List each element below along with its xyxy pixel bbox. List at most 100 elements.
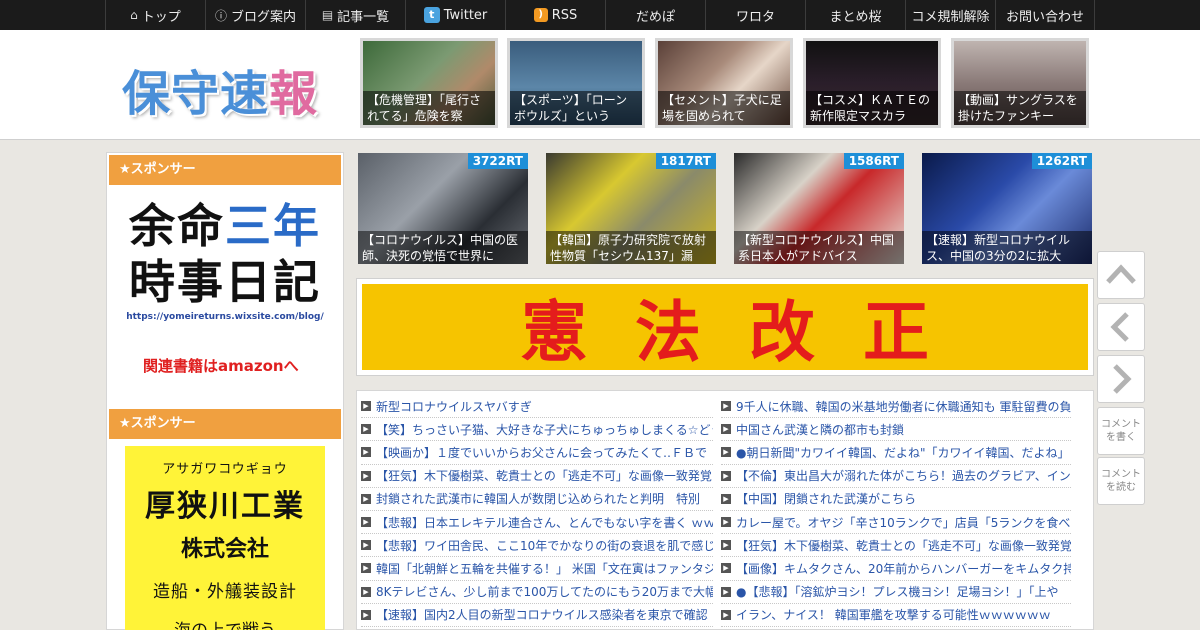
chevron-right-icon xyxy=(1113,364,1132,394)
site-logo[interactable]: 保守速報 xyxy=(122,54,318,124)
list-item[interactable]: ▶ イラン、ナイス！ 韓国軍艦を攻撃する可能性ｗｗｗｗｗｗ xyxy=(721,604,1071,627)
retweet-count-badge: 1817RT xyxy=(655,153,716,169)
retweet-count-badge: 1586RT xyxy=(843,153,904,169)
sponsor-ad-yomei[interactable]: 余命三年 時事日記 https://yomeireturns.wixsite.c… xyxy=(125,198,325,378)
popular-article-thumb[interactable]: 1817RT 【韓国】原子力研究院で放射性物質「セシウム137」漏 xyxy=(546,153,716,264)
arrow-right-icon: ▶ xyxy=(361,586,371,597)
header-article-thumb[interactable]: 【セメント】子犬に足場を固められて xyxy=(655,38,793,128)
article-list-left: ▶ 新型コロナウイルスヤバすぎ ▶ 【笑】ちっさい子猫、大好きな子犬にちゅっちゅしまく… xyxy=(361,395,713,627)
article-title-link[interactable]: 新型コロナウイルスヤバすぎ xyxy=(376,398,532,415)
header-article-thumb[interactable]: 【動画】サングラスを掛けたファンキー xyxy=(951,38,1089,128)
list-item[interactable]: ▶ 8Kテレビさん、少し前まで100万してたのにもう20万まで大幅値下 xyxy=(361,581,713,604)
twitter-icon: t xyxy=(423,7,440,23)
next-article-button[interactable] xyxy=(1097,355,1145,403)
article-title-link[interactable]: 9千人に休職、韓国の米基地労働者に休職通知も 軍駐留費の負担 xyxy=(736,398,1071,415)
list-item[interactable]: ▶ 【笑】ちっさい子猫、大好きな子犬にちゅっちゅしまくる☆どうぞ xyxy=(361,418,713,442)
nav-item-9[interactable]: お問い合わせ xyxy=(995,0,1095,30)
article-title-link[interactable]: 【映画か】１度でいいからお父さんに会ってみたくて‥ＦＢで xyxy=(376,444,707,461)
article-title-link[interactable]: 【悲報】日本エレキテル連合さん、とんでもない字を書く ｗｗｗ xyxy=(376,514,713,531)
nav-item-6[interactable]: ワロタ xyxy=(705,0,805,30)
read-comment-button[interactable]: コメントを読む xyxy=(1097,457,1145,505)
nav-item-4[interactable]: ) RSS xyxy=(505,0,605,30)
popular-article-thumb[interactable]: 1262RT 【速報】新型コロナウイルス、中国の3分の2に拡大 xyxy=(922,153,1092,264)
thumb-caption: 【セメント】子犬に足場を固められて xyxy=(658,91,790,125)
nav-item-3[interactable]: t Twitter xyxy=(405,0,505,30)
header-article-thumb[interactable]: 【コスメ】ＫＡＴＥの新作限定マスカラ xyxy=(803,38,941,128)
article-title-link[interactable]: 【中国】閉鎖された武漢がこちら xyxy=(736,490,916,507)
nav-item-2[interactable]: ▤ 記事一覧 xyxy=(305,0,405,30)
header-article-thumb[interactable]: 【危機管理】「尾行されてる」危険を察 xyxy=(360,38,498,128)
list-item[interactable]: ▶ カレー屋で。オヤジ「辛さ10ランクで」店員「5ランクを食べた方 xyxy=(721,511,1071,535)
article-title-link[interactable]: ●朝日新聞"カワイイ韓国、だよね"「カワイイ韓国、だよね」 xyxy=(736,444,1070,461)
nav-item-0[interactable]: ⌂ トップ xyxy=(105,0,205,30)
banner-ad[interactable]: 憲法改正 xyxy=(356,278,1094,376)
thumb-caption: 【速報】新型コロナウイルス、中国の3分の2に拡大 xyxy=(922,231,1092,264)
amazon-link[interactable]: 関連書籍はamazonへ xyxy=(143,355,299,376)
nav-item-7[interactable]: まとめ桜 xyxy=(805,0,905,30)
top-nav-bar: ⌂ トップ ⓘ ブログ案内 ▤ 記事一覧 t Twitter) RSS だめぽ ワロタ まとめ桜 コメ規… xyxy=(0,0,1200,30)
write-comment-button[interactable]: コメントを書く xyxy=(1097,407,1145,455)
list-item[interactable]: ▶ 【悲報】ワイ田舎民、ここ10年でかなりの街の衰退を肌で感じる xyxy=(361,534,713,558)
arrow-right-icon: ▶ xyxy=(721,540,731,551)
list-item[interactable]: ▶ 【中国】閉鎖された武漢がこちら xyxy=(721,488,1071,511)
prev-article-button[interactable] xyxy=(1097,303,1145,351)
list-item[interactable]: ▶ 【狂気】木下優樹菜、乾貴士との「逃走不可」な画像一致発覚 xyxy=(721,534,1071,558)
article-title-link[interactable]: 封鎖された武漢市に韓国人が数閉じ込められたと判明 特別 xyxy=(376,490,700,507)
list-item[interactable]: ▶ 【画像】キムタクさん、20年前からハンバーガーをキムタク持ち xyxy=(721,557,1071,581)
info-icon: ⓘ xyxy=(214,8,227,23)
list-item[interactable]: ▶ ●【悲報】「溶鉱炉ヨシ！プレス機ヨシ！足場ヨシ！」「上や xyxy=(721,581,1071,604)
article-title-link[interactable]: 【不倫】東出昌大が溺れた体がこちら！過去のグラビア、インスタ xyxy=(736,467,1071,484)
nav-item-8[interactable]: コメ規制解除 xyxy=(905,0,995,30)
article-title-link[interactable]: カレー屋で。オヤジ「辛さ10ランクで」店員「5ランクを食べた方 xyxy=(736,514,1071,531)
scroll-top-button[interactable] xyxy=(1097,251,1145,299)
article-title-link[interactable]: 中国さん武漢と隣の都市も封鎖 xyxy=(736,421,904,438)
list-item[interactable]: ▶ 中国さん武漢と隣の都市も封鎖 xyxy=(721,418,1071,442)
nav-label: ブログ案内 xyxy=(231,9,297,25)
article-title-link[interactable]: 【画像】キムタクさん、20年前からハンバーガーをキムタク持ち xyxy=(736,560,1071,577)
sidebar: ★スポンサー 余命三年 時事日記 https://yomeireturns.wi… xyxy=(106,152,344,630)
list-item[interactable]: ▶ 封鎖された武漢市に韓国人が数閉じ込められたと判明 特別 xyxy=(361,488,713,511)
nav-label: トップ xyxy=(141,9,181,25)
article-title-link[interactable]: 【狂気】木下優樹菜、乾貴士との「逃走不可」な画像一致発覚 xyxy=(376,467,712,484)
arrow-right-icon: ▶ xyxy=(361,609,371,620)
list-item[interactable]: ▶ 新型コロナウイルスヤバすぎ xyxy=(361,395,713,419)
list-item[interactable]: ▶ ●朝日新聞"カワイイ韓国、だよね"「カワイイ韓国、だよね」 xyxy=(721,441,1071,465)
thumb-caption: 【コスメ】ＫＡＴＥの新作限定マスカラ xyxy=(806,91,938,125)
list-item[interactable]: ▶ 9千人に休職、韓国の米基地労働者に休職通知も 軍駐留費の負担 xyxy=(721,395,1071,419)
ad2-name: 厚狭川工業 xyxy=(145,489,305,524)
list-item[interactable]: ▶ 韓国「北朝鮮と五輪を共催する！」 米国「文在寅はファンタジー xyxy=(361,557,713,581)
site-header: 保守速報 【危機管理】「尾行されてる」危険を察 【スポーツ】「ローンボウルズ」とい… xyxy=(0,30,1200,140)
arrow-right-icon: ▶ xyxy=(361,540,371,551)
article-title-link[interactable]: 【速報】国内2人目の新型コロナウイルス感染者を東京で確認 xyxy=(376,606,708,623)
article-title-link[interactable]: ●【悲報】「溶鉱炉ヨシ！プレス機ヨシ！足場ヨシ！」「上や xyxy=(736,583,1058,600)
list-item[interactable]: ▶ 【悲報】日本エレキテル連合さん、とんでもない字を書く ｗｗｗ xyxy=(361,511,713,535)
article-list-right: ▶ 9千人に休職、韓国の米基地労働者に休職通知も 軍駐留費の負担 ▶ 中国さん武漢と隣… xyxy=(721,395,1071,627)
arrow-right-icon: ▶ xyxy=(361,470,371,481)
list-item[interactable]: ▶ 【速報】国内2人目の新型コロナウイルス感染者を東京で確認 xyxy=(361,604,713,627)
header-article-thumb[interactable]: 【スポーツ】「ローンボウルズ」という xyxy=(507,38,645,128)
top-nav: ⌂ トップ ⓘ ブログ案内 ▤ 記事一覧 t Twitter) RSS だめぽ ワロタ まとめ桜 コメ規… xyxy=(105,0,1095,30)
arrow-right-icon: ▶ xyxy=(361,493,371,504)
arrow-right-icon: ▶ xyxy=(721,470,731,481)
retweet-count-badge: 3722RT xyxy=(467,153,528,169)
article-title-link[interactable]: 【悲報】ワイ田舎民、ここ10年でかなりの街の衰退を肌で感じる xyxy=(376,537,713,554)
arrow-right-icon: ▶ xyxy=(721,493,731,504)
arrow-right-icon: ▶ xyxy=(721,609,731,620)
nav-item-1[interactable]: ⓘ ブログ案内 xyxy=(205,0,305,30)
thumb-caption: 【スポーツ】「ローンボウルズ」という xyxy=(510,91,642,125)
article-title-link[interactable]: 韓国「北朝鮮と五輪を共催する！」 米国「文在寅はファンタジー xyxy=(376,560,713,577)
list-item[interactable]: ▶ 【映画か】１度でいいからお父さんに会ってみたくて‥ＦＢで xyxy=(361,441,713,465)
article-title-link[interactable]: 【笑】ちっさい子猫、大好きな子犬にちゅっちゅしまくる☆どうぞ xyxy=(376,421,713,438)
ad-title-line2: 時事日記 xyxy=(129,255,321,309)
popular-article-thumb[interactable]: 1586RT 【新型コロナウイルス】中国系日本人がアドバイス xyxy=(734,153,904,264)
rss-icon: ) xyxy=(533,8,548,22)
home-icon: ⌂ xyxy=(130,8,138,22)
article-title-link[interactable]: 【狂気】木下優樹菜、乾貴士との「逃走不可」な画像一致発覚 xyxy=(736,537,1071,554)
sponsor-ad-asagawa[interactable]: アサガワコウギョウ 厚狭川工業 株式会社 造船・外艤装設計 海の上で戦う xyxy=(125,446,325,630)
list-item[interactable]: ▶ 【狂気】木下優樹菜、乾貴士との「逃走不可」な画像一致発覚 xyxy=(361,465,713,488)
list-item[interactable]: ▶ 【不倫】東出昌大が溺れた体がこちら！過去のグラビア、インスタ xyxy=(721,465,1071,488)
article-title-link[interactable]: 8Kテレビさん、少し前まで100万してたのにもう20万まで大幅値下 xyxy=(376,583,713,600)
article-title-link[interactable]: イラン、ナイス！ 韓国軍艦を攻撃する可能性ｗｗｗｗｗｗ xyxy=(736,606,1051,623)
nav-item-5[interactable]: だめぽ xyxy=(605,0,705,30)
popular-article-thumb[interactable]: 3722RT 【コロナウイルス】中国の医師、決死の覚悟で世界に xyxy=(358,153,528,264)
